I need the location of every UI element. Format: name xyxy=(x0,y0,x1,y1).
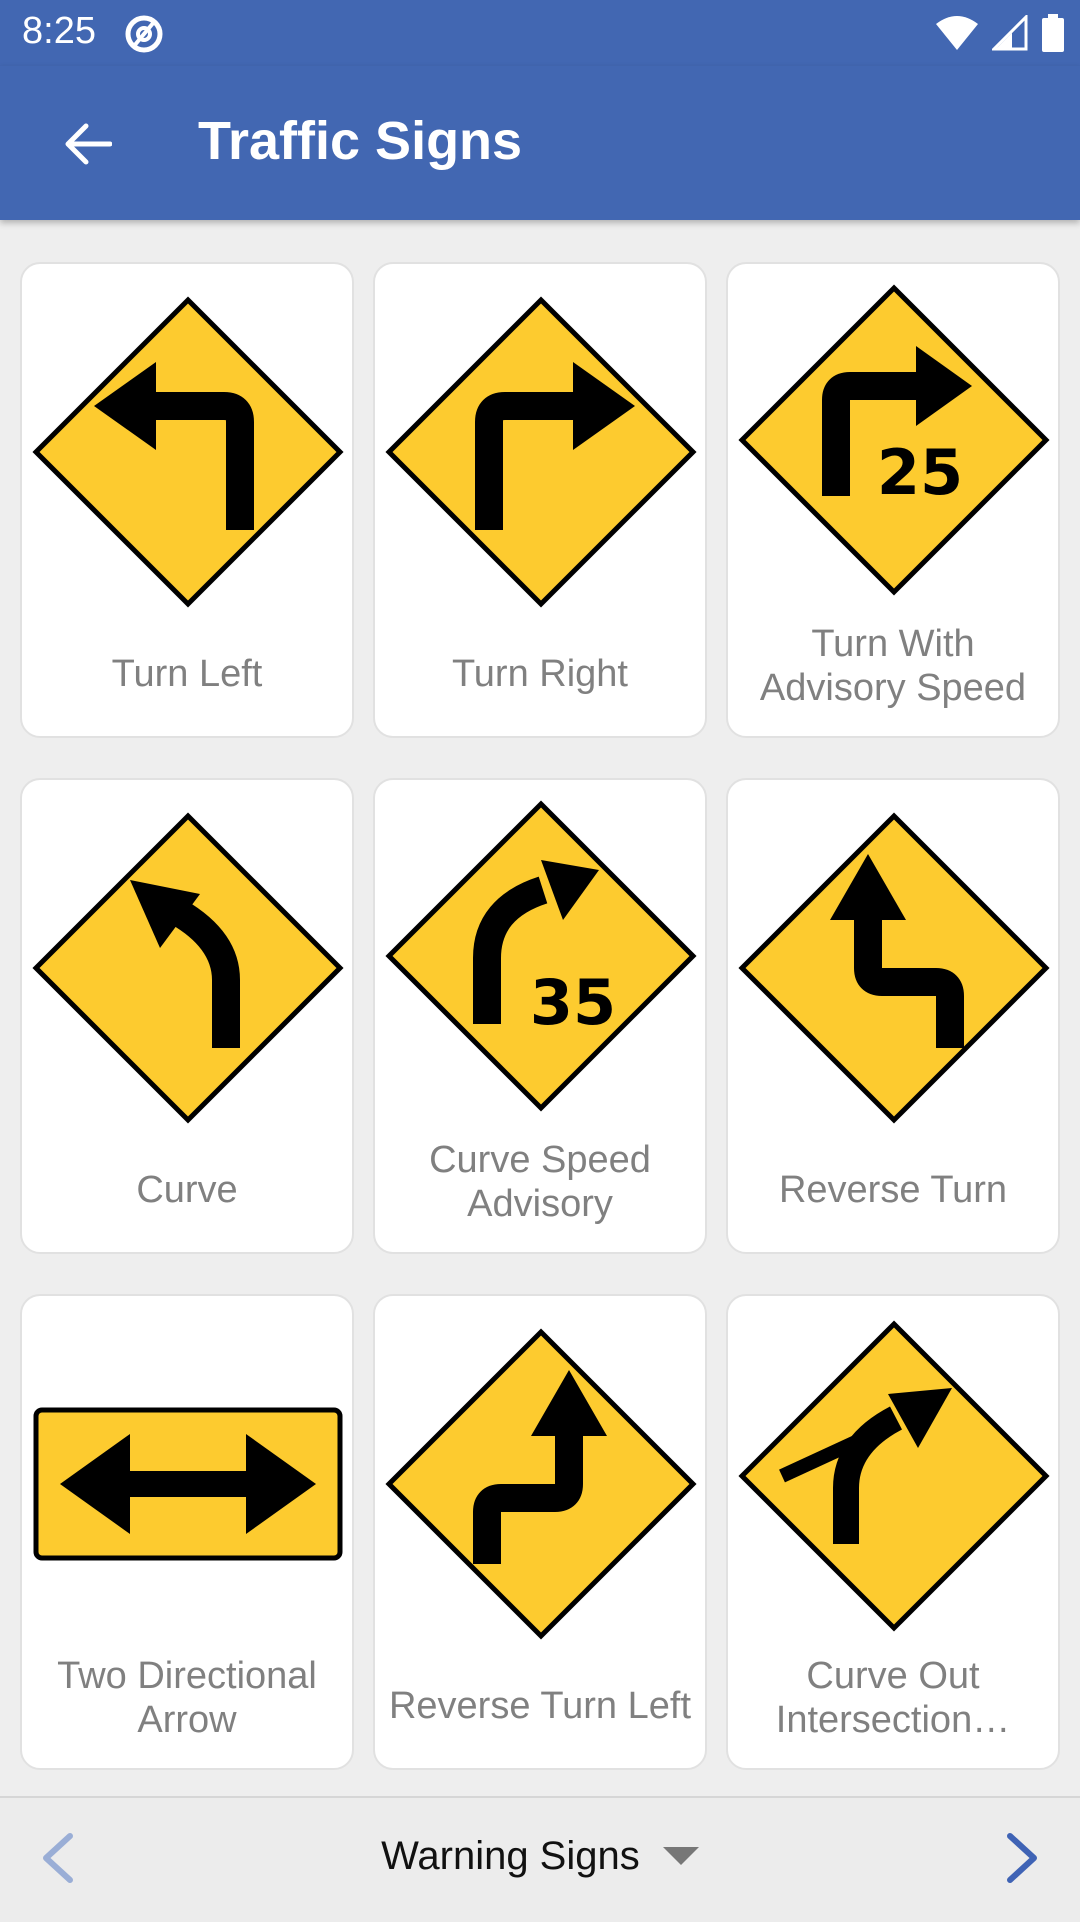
speed-text: 25 xyxy=(877,436,963,509)
app-bar: Traffic Signs xyxy=(0,66,1080,220)
sign-label: Reverse Turn Left xyxy=(388,1685,692,1727)
category-bar: Warning Signs xyxy=(0,1796,1080,1922)
category-selector[interactable]: Warning Signs xyxy=(0,1832,1080,1879)
turn-advisory-speed-sign-icon: 25 xyxy=(738,284,1050,596)
turn-right-sign-icon xyxy=(385,296,697,608)
sign-label: Two Directional Arrow xyxy=(57,1655,317,1741)
speed-text: 35 xyxy=(530,966,616,1039)
chevron-right-icon[interactable] xyxy=(998,1828,1048,1888)
sign-card-reverse-turn-left[interactable]: Reverse Turn Left xyxy=(373,1294,707,1770)
sign-card-turn-right[interactable]: Turn Right xyxy=(373,262,707,738)
sign-grid: Turn Left Turn Right 25 Turn With Adviso… xyxy=(20,262,1060,1770)
sign-card-curve[interactable]: Curve xyxy=(20,778,354,1254)
sign-card-turn-left[interactable]: Turn Left xyxy=(20,262,354,738)
sign-card-curve-out-intersection[interactable]: Curve Out Intersection… xyxy=(726,1294,1060,1770)
reverse-turn-left-sign-icon xyxy=(385,1328,697,1640)
sign-label: Turn Right xyxy=(452,653,628,695)
status-time: 8:25 xyxy=(22,10,96,52)
back-button[interactable] xyxy=(52,108,124,180)
two-directional-arrow-sign-icon xyxy=(33,1407,343,1561)
sign-label: Turn Left xyxy=(111,653,263,695)
curve-speed-advisory-sign-icon: 35 xyxy=(385,800,697,1112)
sign-label: Curve xyxy=(136,1169,238,1211)
sign-card-curve-speed-advisory[interactable]: 35 Curve Speed Advisory xyxy=(373,778,707,1254)
sign-card-two-directional-arrow[interactable]: Two Directional Arrow xyxy=(20,1294,354,1770)
arrow-left-icon xyxy=(65,123,112,165)
category-label: Warning Signs xyxy=(381,1833,640,1878)
reverse-turn-sign-icon xyxy=(738,812,1050,1124)
battery-icon xyxy=(1042,14,1064,52)
dropdown-caret-icon xyxy=(662,1847,699,1866)
sign-label: Curve Speed Advisory xyxy=(429,1139,651,1225)
signal-icon xyxy=(992,15,1028,51)
at-sign-icon xyxy=(125,15,163,53)
sign-label: Curve Out Intersection… xyxy=(775,1655,1011,1741)
sign-card-reverse-turn[interactable]: Reverse Turn xyxy=(726,778,1060,1254)
sign-label: Turn With Advisory Speed xyxy=(759,623,1027,709)
page-title: Traffic Signs xyxy=(198,111,523,171)
curve-left-sign-icon xyxy=(32,812,344,1124)
turn-left-sign-icon xyxy=(32,296,344,608)
wifi-icon xyxy=(936,16,978,50)
sign-card-turn-advisory-speed[interactable]: 25 Turn With Advisory Speed xyxy=(726,262,1060,738)
curve-out-intersection-sign-icon xyxy=(738,1320,1050,1632)
sign-label: Reverse Turn xyxy=(778,1169,1008,1211)
status-bar: 8:25 xyxy=(0,0,1080,66)
